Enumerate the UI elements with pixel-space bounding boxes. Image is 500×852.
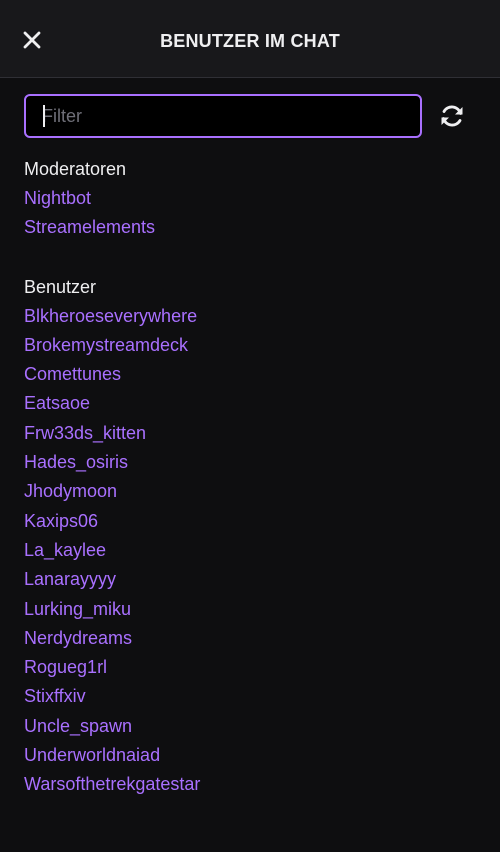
- close-button[interactable]: [17, 25, 47, 55]
- moderators-list: Nightbot Streamelements: [24, 184, 476, 243]
- user-link[interactable]: Hades_osiris: [24, 448, 476, 477]
- user-link[interactable]: Blkheroeseverywhere: [24, 302, 476, 331]
- user-link[interactable]: Jhodymoon: [24, 477, 476, 506]
- user-link[interactable]: Streamelements: [24, 213, 476, 242]
- user-link[interactable]: Lanarayyyy: [24, 565, 476, 594]
- user-link[interactable]: Rogueg1rl: [24, 653, 476, 682]
- filter-input[interactable]: [26, 96, 420, 136]
- chatters-list: Moderatoren Nightbot Streamelements Benut…: [24, 155, 476, 800]
- users-list: Blkheroeseverywhere Brokemystreamdeck Come…: [24, 302, 476, 800]
- user-link[interactable]: Brokemystreamdeck: [24, 331, 476, 360]
- user-link[interactable]: Warsofthetrekgatestar: [24, 770, 476, 799]
- user-link[interactable]: Stixffxiv: [24, 682, 476, 711]
- panel-title: BENUTZER IM CHAT: [160, 31, 340, 51]
- users-heading: Benutzer: [24, 276, 97, 297]
- close-icon: [23, 31, 41, 49]
- panel-header: BENUTZER IM CHAT: [0, 0, 500, 78]
- refresh-icon: [441, 105, 463, 127]
- refresh-button[interactable]: [436, 100, 468, 132]
- user-link[interactable]: Eatsaoe: [24, 389, 476, 418]
- user-link[interactable]: Frw33ds_kitten: [24, 419, 476, 448]
- user-link[interactable]: La_kaylee: [24, 536, 476, 565]
- user-link[interactable]: Underworldnaiad: [24, 741, 476, 770]
- user-link[interactable]: Comettunes: [24, 360, 476, 389]
- filter-field: [24, 94, 422, 138]
- user-link[interactable]: Nightbot: [24, 184, 476, 213]
- user-link[interactable]: Nerdydreams: [24, 624, 476, 653]
- moderators-heading: Moderatoren: [24, 159, 127, 179]
- user-link[interactable]: Uncle_spawn: [24, 712, 476, 741]
- user-link[interactable]: Lurking_miku: [24, 595, 476, 624]
- users-in-chat-panel: BENUTZER IM CHAT Moderatoren NightbotStr…: [0, 0, 500, 852]
- user-link[interactable]: Kaxips06: [24, 507, 476, 536]
